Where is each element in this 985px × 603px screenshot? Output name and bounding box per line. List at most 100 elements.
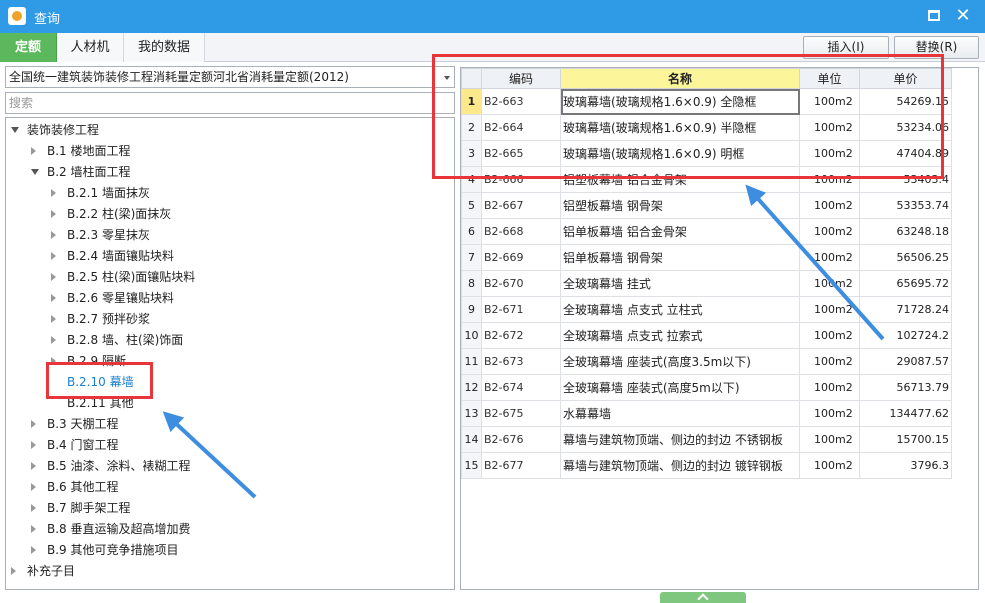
triangle-right-icon[interactable] (51, 252, 56, 260)
name-cell[interactable]: 铝单板幕墙 铝合金骨架 (560, 218, 800, 245)
unit-cell[interactable]: 100m2 (799, 452, 860, 479)
name-cell[interactable]: 铝单板幕墙 钢骨架 (560, 244, 800, 271)
unit-cell[interactable]: 100m2 (799, 322, 860, 349)
code-cell[interactable]: B2-674 (481, 374, 561, 401)
close-button[interactable]: ✕ (952, 5, 974, 27)
table-row[interactable]: 15 B2-677 幕墙与建筑物顶端、侧边的封边 镀锌钢板 100m2 3796.3 (461, 452, 952, 479)
row-index-cell[interactable]: 12 (461, 374, 482, 401)
unit-cell[interactable]: 100m2 (799, 270, 860, 297)
code-cell[interactable]: B2-668 (481, 218, 561, 245)
triangle-right-icon[interactable] (31, 546, 36, 554)
price-cell[interactable]: 3796.3 (859, 452, 952, 479)
name-cell[interactable]: 全玻璃幕墙 挂式 (560, 270, 800, 297)
triangle-right-icon[interactable] (51, 315, 56, 323)
maximize-icon (928, 10, 940, 21)
price-cell[interactable]: 56713.79 (859, 374, 952, 401)
row-index-cell[interactable]: 5 (461, 192, 482, 219)
row-index-cell[interactable]: 10 (461, 322, 482, 349)
table-row[interactable]: 5 B2-667 铝塑板幕墙 钢骨架 100m2 53353.74 (461, 192, 952, 219)
code-cell[interactable]: B2-675 (481, 400, 561, 427)
triangle-right-icon[interactable] (31, 504, 36, 512)
triangle-right-icon[interactable] (51, 273, 56, 281)
name-cell[interactable]: 全玻璃幕墙 座装式(高度5m以下) (560, 374, 800, 401)
price-cell[interactable]: 134477.62 (859, 400, 952, 427)
unit-cell[interactable]: 100m2 (799, 192, 860, 219)
table-row[interactable]: 10 B2-672 全玻璃幕墙 点支式 拉索式 100m2 102724.2 (461, 322, 952, 349)
row-index-cell[interactable]: 7 (461, 244, 482, 271)
unit-cell[interactable]: 100m2 (799, 348, 860, 375)
tree-item-label: 补充子目 (27, 564, 76, 578)
library-select[interactable]: 全国统一建筑装饰装修工程消耗量定额河北省消耗量定额(2012) (5, 66, 455, 88)
triangle-right-icon[interactable] (51, 231, 56, 239)
row-index-cell[interactable]: 11 (461, 348, 482, 375)
triangle-right-icon[interactable] (31, 147, 36, 155)
table-row[interactable]: 9 B2-671 全玻璃幕墙 点支式 立柱式 100m2 71728.24 (461, 296, 952, 323)
name-cell[interactable]: 幕墙与建筑物顶端、侧边的封边 镀锌钢板 (560, 452, 800, 479)
tree-item-label: B.2 墙柱面工程 (47, 165, 131, 179)
unit-cell[interactable]: 100m2 (799, 296, 860, 323)
triangle-right-icon[interactable] (51, 210, 56, 218)
price-cell[interactable]: 56506.25 (859, 244, 952, 271)
name-cell[interactable]: 全玻璃幕墙 点支式 立柱式 (560, 296, 800, 323)
unit-cell[interactable]: 100m2 (799, 244, 860, 271)
triangle-right-icon[interactable] (51, 294, 56, 302)
triangle-down-icon[interactable] (11, 127, 19, 133)
row-index-cell[interactable]: 8 (461, 270, 482, 297)
price-cell[interactable]: 102724.2 (859, 322, 952, 349)
unit-cell[interactable]: 100m2 (799, 218, 860, 245)
unit-cell[interactable]: 100m2 (799, 400, 860, 427)
price-cell[interactable]: 71728.24 (859, 296, 952, 323)
code-cell[interactable]: B2-673 (481, 348, 561, 375)
tab-labor-material-machine[interactable]: 人材机 (57, 33, 124, 62)
name-cell[interactable]: 铝塑板幕墙 钢骨架 (560, 192, 800, 219)
triangle-right-icon[interactable] (51, 189, 56, 197)
tree-item-label: B.2.1 墙面抹灰 (67, 186, 150, 200)
code-cell[interactable]: B2-669 (481, 244, 561, 271)
name-cell[interactable]: 幕墙与建筑物顶端、侧边的封边 不锈钢板 (560, 426, 800, 453)
triangle-right-icon[interactable] (31, 441, 36, 449)
row-index-cell[interactable]: 9 (461, 296, 482, 323)
price-cell[interactable]: 15700.15 (859, 426, 952, 453)
maximize-button[interactable] (923, 5, 945, 27)
code-cell[interactable]: B2-667 (481, 192, 561, 219)
price-cell[interactable]: 63248.18 (859, 218, 952, 245)
triangle-right-icon[interactable] (51, 336, 56, 344)
unit-cell[interactable]: 100m2 (799, 426, 860, 453)
name-cell[interactable]: 水幕幕墙 (560, 400, 800, 427)
triangle-right-icon[interactable] (31, 525, 36, 533)
code-cell[interactable]: B2-672 (481, 322, 561, 349)
name-cell[interactable]: 全玻璃幕墙 点支式 拉索式 (560, 322, 800, 349)
triangle-down-icon[interactable] (31, 169, 39, 175)
triangle-right-icon[interactable] (31, 420, 36, 428)
code-cell[interactable]: B2-676 (481, 426, 561, 453)
search-input[interactable] (5, 92, 455, 114)
tree-item-label: B.4 门窗工程 (47, 438, 119, 452)
triangle-right-icon[interactable] (11, 567, 16, 575)
row-index-cell[interactable]: 15 (461, 452, 482, 479)
tab-quota[interactable]: 定额 (0, 33, 57, 62)
price-cell[interactable]: 65695.72 (859, 270, 952, 297)
triangle-right-icon[interactable] (31, 462, 36, 470)
code-cell[interactable]: B2-671 (481, 296, 561, 323)
price-cell[interactable]: 29087.57 (859, 348, 952, 375)
row-index-cell[interactable]: 6 (461, 218, 482, 245)
table-row[interactable]: 12 B2-674 全玻璃幕墙 座装式(高度5m以下) 100m2 56713.79 (461, 374, 952, 401)
name-cell[interactable]: 全玻璃幕墙 座装式(高度3.5m以下) (560, 348, 800, 375)
row-index-cell[interactable]: 13 (461, 400, 482, 427)
table-row[interactable]: 8 B2-670 全玻璃幕墙 挂式 100m2 65695.72 (461, 270, 952, 297)
table-row[interactable]: 14 B2-676 幕墙与建筑物顶端、侧边的封边 不锈钢板 100m2 15700.15 (461, 426, 952, 453)
code-cell[interactable]: B2-670 (481, 270, 561, 297)
panel-toggle-handle[interactable] (660, 592, 746, 603)
price-cell[interactable]: 53353.74 (859, 192, 952, 219)
tab-my-data[interactable]: 我的数据 (124, 33, 205, 62)
tree-item-label: B.2.3 零星抹灰 (67, 228, 150, 242)
triangle-right-icon[interactable] (31, 483, 36, 491)
table-row[interactable]: 11 B2-673 全玻璃幕墙 座装式(高度3.5m以下) 100m2 29087.57 (461, 348, 952, 375)
unit-cell[interactable]: 100m2 (799, 374, 860, 401)
table-row[interactable]: 13 B2-675 水幕幕墙 100m2 134477.62 (461, 400, 952, 427)
table-row[interactable]: 6 B2-668 铝单板幕墙 铝合金骨架 100m2 63248.18 (461, 218, 952, 245)
tree-item-label: 装饰装修工程 (27, 123, 100, 137)
table-row[interactable]: 7 B2-669 铝单板幕墙 钢骨架 100m2 56506.25 (461, 244, 952, 271)
code-cell[interactable]: B2-677 (481, 452, 561, 479)
row-index-cell[interactable]: 14 (461, 426, 482, 453)
